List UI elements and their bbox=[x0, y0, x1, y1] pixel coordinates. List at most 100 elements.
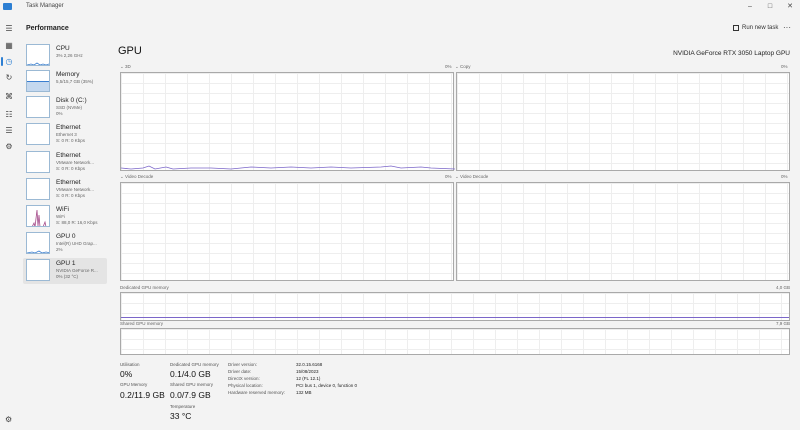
graph-value: 0% bbox=[781, 174, 788, 179]
info-label: Driver version: bbox=[228, 362, 258, 367]
graph-value: 0% bbox=[781, 64, 788, 69]
graph-value: 0% bbox=[445, 174, 452, 179]
run-new-task-button[interactable]: Run new task bbox=[742, 25, 778, 31]
shared-memory-label: Shared GPU memory bbox=[120, 321, 164, 326]
gpu0-sparkline bbox=[27, 250, 49, 253]
graph-label: Video Decode bbox=[125, 174, 154, 179]
shared-memory-max: 7,9 GB bbox=[775, 321, 790, 326]
graph-video-decode-2 bbox=[456, 182, 790, 281]
task-manager-app-icon bbox=[3, 3, 12, 10]
device-detail-2: S: 88,0 R: 16,0 Kbps bbox=[56, 220, 98, 225]
device-detail-2: 0% (32 °C) bbox=[56, 274, 79, 279]
gpu-model-name: NVIDIA GeForce RTX 3050 Laptop GPU bbox=[673, 50, 790, 57]
gpu-memory-label: GPU Memory bbox=[120, 382, 148, 387]
maximize-button[interactable]: □ bbox=[764, 2, 776, 11]
graph-video-decode-2-dropdown[interactable]: ⌄ Video Decode bbox=[455, 174, 488, 180]
startup-apps-icon[interactable]: ⌘ bbox=[3, 91, 15, 103]
device-name: Ethernet bbox=[56, 124, 81, 131]
graph-video-decode-dropdown[interactable]: ⌄ Video Decode bbox=[120, 174, 153, 180]
services-icon[interactable]: ⚙ bbox=[3, 141, 15, 153]
graph-video-decode-1 bbox=[120, 182, 454, 281]
dedicated-gpu-memory-label: Dedicated GPU memory bbox=[170, 362, 219, 367]
processes-icon[interactable]: ▦ bbox=[3, 40, 15, 52]
hamburger-menu-icon[interactable]: ☰ bbox=[3, 23, 15, 35]
device-detail: WiFi bbox=[56, 214, 65, 219]
device-name: CPU bbox=[56, 45, 70, 52]
info-value: PCI bus 1, device 0, function 0 bbox=[296, 383, 358, 388]
device-disk-0[interactable]: Disk 0 (C:) SSD (NVMe) 0% bbox=[23, 95, 107, 121]
dedicated-gpu-memory-value: 0.1/4.0 GB bbox=[170, 369, 211, 379]
dedicated-memory-graph bbox=[120, 292, 790, 321]
device-name: GPU 0 bbox=[56, 233, 76, 240]
info-value: 15/08/2023 bbox=[296, 369, 319, 374]
users-icon[interactable]: ☷ bbox=[3, 109, 15, 121]
app-history-icon[interactable]: ↻ bbox=[3, 72, 15, 84]
memory-fill bbox=[27, 81, 49, 91]
run-new-task-icon[interactable] bbox=[733, 25, 739, 31]
minimize-button[interactable]: – bbox=[744, 2, 756, 11]
graph-3d-dropdown[interactable]: ⌄ 3D bbox=[120, 64, 131, 70]
device-name: Disk 0 (C:) bbox=[56, 97, 87, 104]
dedicated-memory-label: Dedicated GPU memory bbox=[120, 285, 169, 290]
utilisation-value: 0% bbox=[120, 369, 133, 379]
graph-3d-line bbox=[121, 165, 455, 170]
dedicated-memory-max: 4,0 GB bbox=[775, 285, 790, 290]
device-ethernet-1[interactable]: Ethernet Ethernet 3 S: 0 R: 0 Kbps bbox=[23, 122, 107, 148]
device-memory[interactable]: Memory 5,5/15,7 GB (35%) bbox=[23, 69, 107, 95]
close-button[interactable]: ✕ bbox=[784, 2, 796, 11]
info-value: 12 (FL 12.1) bbox=[296, 376, 321, 381]
info-label: DirectX version: bbox=[228, 376, 260, 381]
device-detail-2: S: 0 R: 0 Kbps bbox=[56, 193, 86, 198]
device-detail: 5,5/15,7 GB (35%) bbox=[56, 79, 94, 84]
device-detail: Intel(R) UHD Grap... bbox=[56, 241, 97, 246]
device-ethernet-3[interactable]: Ethernet VMware Network... S: 0 R: 0 Kbp… bbox=[23, 177, 107, 203]
device-gpu-1[interactable]: GPU 1 NVIDIA GeForce R... 0% (32 °C) bbox=[23, 258, 107, 284]
info-label: Hardware reserved memory: bbox=[228, 390, 286, 395]
device-wifi[interactable]: WiFi WiFi S: 88,0 R: 16,0 Kbps bbox=[23, 204, 107, 230]
graph-value: 0% bbox=[445, 64, 452, 69]
device-name: WiFi bbox=[56, 206, 69, 213]
memory-thumbnail bbox=[26, 70, 50, 92]
graph-copy-dropdown[interactable]: ⌄ Copy bbox=[455, 64, 471, 70]
device-detail: Ethernet 3 bbox=[56, 132, 77, 137]
window-title: Task Manager bbox=[26, 3, 64, 9]
device-ethernet-2[interactable]: Ethernet VMware Network... S: 0 R: 0 Kbp… bbox=[23, 150, 107, 176]
utilisation-label: Utilisation bbox=[120, 362, 140, 367]
info-label: Physical location: bbox=[228, 383, 263, 388]
device-name: Memory bbox=[56, 71, 80, 78]
device-name: Ethernet bbox=[56, 179, 81, 186]
more-options-button[interactable]: ··· bbox=[783, 23, 791, 32]
gpu1-thumbnail bbox=[26, 259, 50, 281]
info-value: 32.0.15.6168 bbox=[296, 362, 323, 367]
device-gpu-0[interactable]: GPU 0 Intel(R) UHD Grap... 2% bbox=[23, 231, 107, 257]
gpu-heading: GPU bbox=[118, 45, 142, 57]
device-detail: NVIDIA GeForce R... bbox=[56, 268, 98, 273]
page-title: Performance bbox=[26, 25, 69, 32]
device-detail-2: 2% bbox=[56, 247, 63, 252]
ethernet-thumbnail bbox=[26, 178, 50, 200]
device-name: GPU 1 bbox=[56, 260, 76, 267]
gpu0-thumbnail bbox=[26, 232, 50, 254]
device-detail: 3% 2,26 GHz bbox=[56, 53, 83, 58]
shared-gpu-memory-label: Shared GPU memory bbox=[170, 382, 214, 387]
shared-memory-graph bbox=[120, 328, 790, 355]
device-detail-2: S: 0 R: 0 Kbps bbox=[56, 166, 86, 171]
info-value: 132 MB bbox=[296, 390, 312, 395]
settings-gear-icon[interactable]: ⚙ bbox=[5, 415, 12, 424]
performance-icon[interactable]: ◷ bbox=[3, 56, 15, 68]
graph-copy bbox=[456, 72, 790, 171]
device-cpu[interactable]: CPU 3% 2,26 GHz bbox=[23, 43, 107, 69]
ethernet-thumbnail bbox=[26, 123, 50, 145]
device-name: Ethernet bbox=[56, 152, 81, 159]
info-label: Driver date: bbox=[228, 369, 252, 374]
cpu-sparkline bbox=[27, 62, 49, 65]
graph-label: 3D bbox=[125, 64, 131, 69]
graph-label: Copy bbox=[460, 64, 471, 69]
graph-label: Video Decode bbox=[460, 174, 489, 179]
ethernet-thumbnail bbox=[26, 151, 50, 173]
details-icon[interactable]: ☰ bbox=[3, 125, 15, 137]
device-detail: VMware Network... bbox=[56, 187, 95, 192]
device-detail: VMware Network... bbox=[56, 160, 95, 165]
disk-thumbnail bbox=[26, 96, 50, 118]
dedicated-memory-line bbox=[121, 317, 789, 318]
